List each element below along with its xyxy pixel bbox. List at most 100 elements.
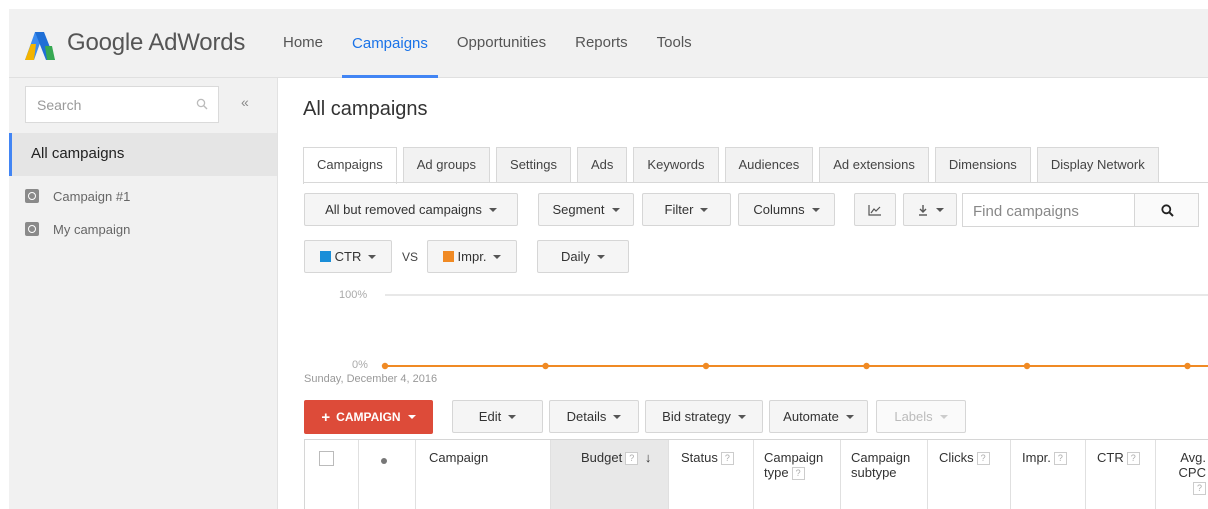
sidebar-item-my-campaign[interactable]: My campaign: [25, 219, 130, 239]
search-icon[interactable]: [196, 98, 208, 110]
chevron-down-icon: [493, 254, 502, 259]
chevron-down-icon: [700, 207, 709, 212]
column-impr[interactable]: Impr.?: [1011, 440, 1086, 509]
find-campaigns-search-button[interactable]: [1134, 194, 1198, 226]
data-point-impr-3[interactable]: [863, 362, 870, 370]
column-clicks-label: Clicks: [939, 450, 974, 465]
details-button[interactable]: Details: [549, 400, 639, 433]
download-button[interactable]: [903, 193, 957, 226]
ctr-swatch: [319, 251, 331, 262]
sidebar: Search « All campaigns Campaign #1 My ca…: [9, 78, 278, 509]
chart-toggle-button[interactable]: [854, 193, 896, 226]
column-campaign-subtype-label-2: subtype: [851, 465, 897, 480]
edit-button[interactable]: Edit: [452, 400, 543, 433]
chevron-down-icon: [811, 207, 820, 212]
line-chart-icon: [868, 204, 881, 216]
tab-display-network[interactable]: Display Network: [1036, 147, 1159, 182]
column-budget-label: Budget: [581, 450, 623, 465]
nav-opportunities[interactable]: Opportunities: [447, 9, 556, 78]
data-point-impr-2[interactable]: [702, 362, 710, 370]
tab-keywords[interactable]: Keywords: [633, 147, 719, 182]
campaign-icon: [25, 222, 39, 236]
status-filter-dropdown[interactable]: All but removed campaigns: [304, 193, 518, 226]
labels-button: Labels: [876, 400, 966, 433]
data-point-impr-1[interactable]: [542, 362, 549, 370]
period-label: Daily: [561, 249, 590, 264]
metric1-dropdown[interactable]: CTR: [304, 240, 392, 273]
metric2-label: Impr.: [457, 249, 487, 264]
sidebar-search-input[interactable]: Search: [25, 86, 219, 123]
column-clicks[interactable]: Clicks?: [928, 440, 1011, 509]
column-campaign-type[interactable]: Campaign type?: [754, 440, 841, 509]
impr-swatch: [442, 251, 454, 262]
sidebar-item-label: My campaign: [53, 221, 131, 237]
column-avg-cpc-label: Avg.: [1180, 450, 1206, 465]
filter-label: Filter: [664, 202, 694, 217]
tab-audiences[interactable]: Audiences: [724, 147, 814, 182]
help-icon[interactable]: ?: [1193, 482, 1206, 495]
column-budget[interactable]: Budget? ↓: [551, 440, 669, 509]
main-nav: Home Campaigns Opportunities Reports Too…: [273, 9, 711, 78]
column-ctr[interactable]: CTR?: [1086, 440, 1156, 509]
collapse-sidebar-icon[interactable]: «: [241, 94, 249, 110]
sidebar-item-label: Campaign #1: [53, 188, 131, 204]
search-icon: [1161, 204, 1174, 217]
chevron-down-icon: [935, 207, 944, 212]
nav-tools[interactable]: Tools: [647, 9, 702, 78]
tab-ads[interactable]: Ads: [577, 147, 628, 182]
help-icon[interactable]: ?: [1053, 452, 1067, 465]
vs-label: VS: [402, 250, 419, 264]
segment-label: Segment: [552, 202, 605, 217]
details-label: Details: [566, 409, 607, 424]
chevron-down-icon: [596, 254, 605, 259]
column-campaign-type-label-2: type: [764, 465, 789, 480]
sidebar-item-campaign-1[interactable]: Campaign #1: [25, 186, 130, 206]
help-icon[interactable]: ?: [791, 467, 805, 480]
labels-label: Labels: [894, 409, 933, 424]
metric2-dropdown[interactable]: Impr.: [427, 240, 517, 273]
data-point-impr-5[interactable]: [1184, 362, 1191, 370]
nav-campaigns[interactable]: Campaigns: [342, 9, 438, 78]
automate-button[interactable]: Automate: [769, 400, 868, 433]
status-filter-label: All but removed campaigns: [325, 202, 482, 217]
period-dropdown[interactable]: Daily: [537, 240, 629, 273]
help-icon[interactable]: ?: [1126, 452, 1140, 465]
metric1-label: CTR: [334, 249, 362, 264]
column-campaign[interactable]: Campaign: [416, 440, 551, 509]
tab-settings[interactable]: Settings: [496, 147, 572, 182]
help-icon[interactable]: ?: [976, 452, 990, 465]
status-dot-column: [359, 440, 416, 509]
data-point-impr-0[interactable]: [381, 362, 389, 370]
column-campaign-subtype-label: Campaign: [851, 450, 911, 465]
nav-reports[interactable]: Reports: [565, 9, 638, 78]
add-campaign-button[interactable]: + CAMPAIGN: [304, 400, 433, 434]
chevron-down-icon: [611, 207, 620, 212]
column-status-label: Status: [681, 450, 718, 465]
column-campaign-subtype[interactable]: Campaign subtype: [841, 440, 928, 509]
nav-home[interactable]: Home: [273, 9, 333, 78]
help-icon[interactable]: ?: [625, 452, 639, 465]
column-status[interactable]: Status?: [669, 440, 754, 509]
column-campaign-type-label: Campaign: [764, 450, 824, 465]
bid-strategy-button[interactable]: Bid strategy: [645, 400, 763, 433]
column-ctr-label: CTR: [1097, 450, 1124, 465]
tab-ad-groups[interactable]: Ad groups: [402, 147, 491, 182]
select-all-checkbox[interactable]: [319, 451, 334, 466]
data-point-impr-4[interactable]: [1023, 362, 1031, 370]
column-campaign-label: Campaign: [429, 450, 489, 465]
find-campaigns-input[interactable]: Find campaigns: [962, 193, 1199, 227]
tab-dimensions[interactable]: Dimensions: [934, 147, 1031, 182]
tab-ad-extensions[interactable]: Ad extensions: [819, 147, 929, 182]
filter-button[interactable]: Filter: [642, 193, 731, 226]
tab-campaigns[interactable]: Campaigns: [303, 147, 397, 184]
segment-button[interactable]: Segment: [538, 193, 634, 226]
sidebar-item-all-campaigns[interactable]: All campaigns: [9, 133, 277, 176]
columns-label: Columns: [753, 202, 805, 217]
columns-button[interactable]: Columns: [738, 193, 835, 226]
plus-icon: +: [321, 408, 331, 426]
chart-date-label: Sunday, December 4, 2016: [304, 373, 438, 385]
help-icon[interactable]: ?: [720, 452, 734, 465]
column-avg-cpc[interactable]: Avg. CPC ?: [1156, 440, 1208, 509]
chevron-down-icon: [613, 414, 622, 419]
select-all-column: [305, 440, 359, 509]
